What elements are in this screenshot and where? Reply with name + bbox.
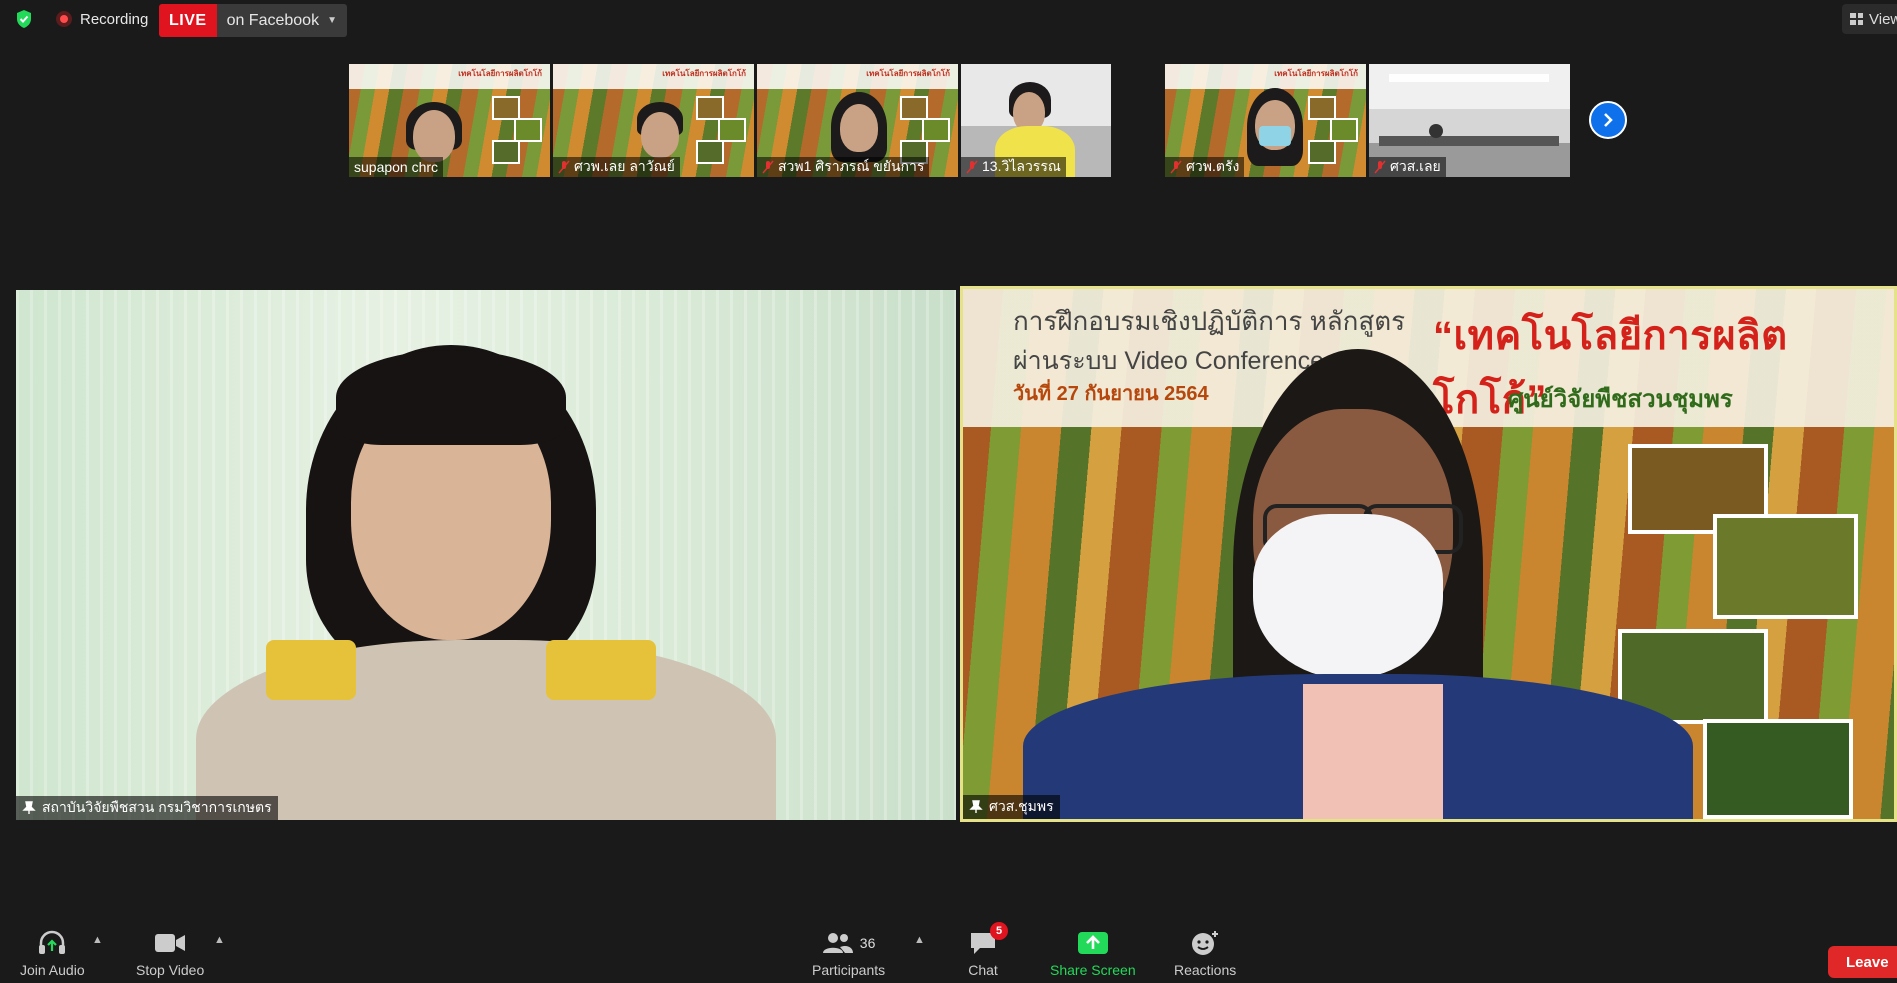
live-destination: on Facebook ▼ <box>216 4 347 37</box>
recording-label: Recording <box>80 10 149 28</box>
live-stream-dropdown[interactable]: LIVE on Facebook ▼ <box>159 4 347 37</box>
participant-name: ศวพ.ตรัง <box>1165 157 1245 177</box>
participants-button[interactable]: 36 Participants <box>812 928 885 978</box>
participant-thumbnail[interactable]: 13.วิไลวรรณ <box>961 64 1111 177</box>
view-button[interactable]: View <box>1842 4 1897 34</box>
participant-name-label: สถาบันวิจัยพืชสวน กรมวิชาการเกษตร <box>16 796 278 820</box>
pin-icon <box>969 800 983 813</box>
share-screen-button[interactable]: Share Screen <box>1050 928 1136 978</box>
emoji-add-icon <box>1192 931 1219 955</box>
banner-org: ศูนย์วิจัยพืชสวนชุมพร <box>1508 386 1733 413</box>
participant-thumbnail[interactable]: เทคโนโลยีการผลิตโกโก้ ศวพ.เลย ลาวัณย์ <box>553 64 754 177</box>
chevron-right-icon <box>1604 113 1613 127</box>
video-tile-left[interactable]: สถาบันวิจัยพืชสวน กรมวิชาการเกษตร <box>16 290 956 820</box>
banner-line-2: ผ่านระบบ Video Conference <box>1013 347 1324 375</box>
photo-frames <box>492 96 542 166</box>
participant-name-label: ศวส.ชุมพร <box>963 795 1060 819</box>
chevron-down-icon: ▼ <box>327 15 337 26</box>
view-label: View <box>1869 10 1897 28</box>
reactions-label: Reactions <box>1174 962 1237 978</box>
meeting-toolbar: Join Audio ▲ Stop Video ▲ 36 Participant… <box>0 922 1897 983</box>
mic-muted-icon <box>558 160 570 174</box>
participants-label: Participants <box>812 962 886 978</box>
pin-icon <box>22 801 36 814</box>
participant-name: ศวส.เลย <box>1369 157 1446 177</box>
participant-name: ศวพ.เลย ลาวัณย์ <box>553 157 680 177</box>
recording-indicator[interactable]: Recording <box>56 7 148 31</box>
participants-icon <box>822 933 853 953</box>
leave-button[interactable]: Leave <box>1828 946 1897 978</box>
mic-muted-icon <box>1170 160 1182 174</box>
stop-video-label: Stop Video <box>136 962 205 978</box>
reactions-button[interactable]: Reactions <box>1174 928 1236 978</box>
participant-name: สวพ1 ศิราภรณ์ ขยันการ <box>757 157 930 177</box>
participants-count: 36 <box>859 935 876 951</box>
video-camera-icon <box>155 934 186 952</box>
participant-name: 13.วิไลวรรณ <box>961 157 1066 177</box>
participant-name: supapon chrc <box>349 157 444 177</box>
video-options-chevron-up-icon[interactable]: ▲ <box>214 934 225 946</box>
participant-thumbnail[interactable]: เทคโนโลยีการผลิตโกโก้ ศวพ.ตรัง <box>1165 64 1366 177</box>
stop-video-button[interactable]: Stop Video <box>136 928 204 978</box>
record-icon <box>56 11 72 27</box>
headphones-icon <box>39 930 66 954</box>
gallery-grid-icon <box>1850 13 1863 25</box>
participant-thumbnail[interactable]: ศวส.เลย <box>1369 64 1570 177</box>
participant-thumbnail[interactable]: เทคโนโลยีการผลิตโกโก้ supapon chrc <box>349 64 550 177</box>
shield-check-icon[interactable] <box>14 9 34 29</box>
mic-muted-icon <box>762 160 774 174</box>
audio-options-chevron-up-icon[interactable]: ▲ <box>92 934 103 946</box>
participants-options-chevron-up-icon[interactable]: ▲ <box>914 934 925 946</box>
live-destination-label: on Facebook <box>226 11 320 29</box>
participant-thumbnail[interactable]: เทคโนโลยีการผลิตโกโก้ สวพ1 ศิราภรณ์ ขยัน… <box>757 64 958 177</box>
chat-label: Chat <box>968 962 998 978</box>
join-audio-button[interactable]: Join Audio <box>20 928 85 978</box>
video-tile-active-speaker[interactable]: การฝึกอบรมเชิงปฏิบัติการ หลักสูตร ผ่านระ… <box>960 286 1897 822</box>
live-badge: LIVE <box>159 4 217 37</box>
join-audio-label: Join Audio <box>20 962 85 978</box>
share-screen-label: Share Screen <box>1050 962 1136 978</box>
share-screen-icon <box>1077 932 1108 954</box>
chat-button[interactable]: 5 Chat <box>968 922 1008 978</box>
mic-muted-icon <box>1374 160 1386 174</box>
meeting-top-bar: Recording LIVE on Facebook ▼ View <box>0 0 1897 38</box>
mic-muted-icon <box>966 160 978 174</box>
chat-unread-badge: 5 <box>990 922 1008 940</box>
banner-line-1: การฝึกอบรมเชิงปฏิบัติการ หลักสูตร <box>1013 306 1406 336</box>
next-page-button[interactable] <box>1589 101 1627 139</box>
banner-date: วันที่ 27 กันยายน 2564 <box>1013 383 1209 405</box>
